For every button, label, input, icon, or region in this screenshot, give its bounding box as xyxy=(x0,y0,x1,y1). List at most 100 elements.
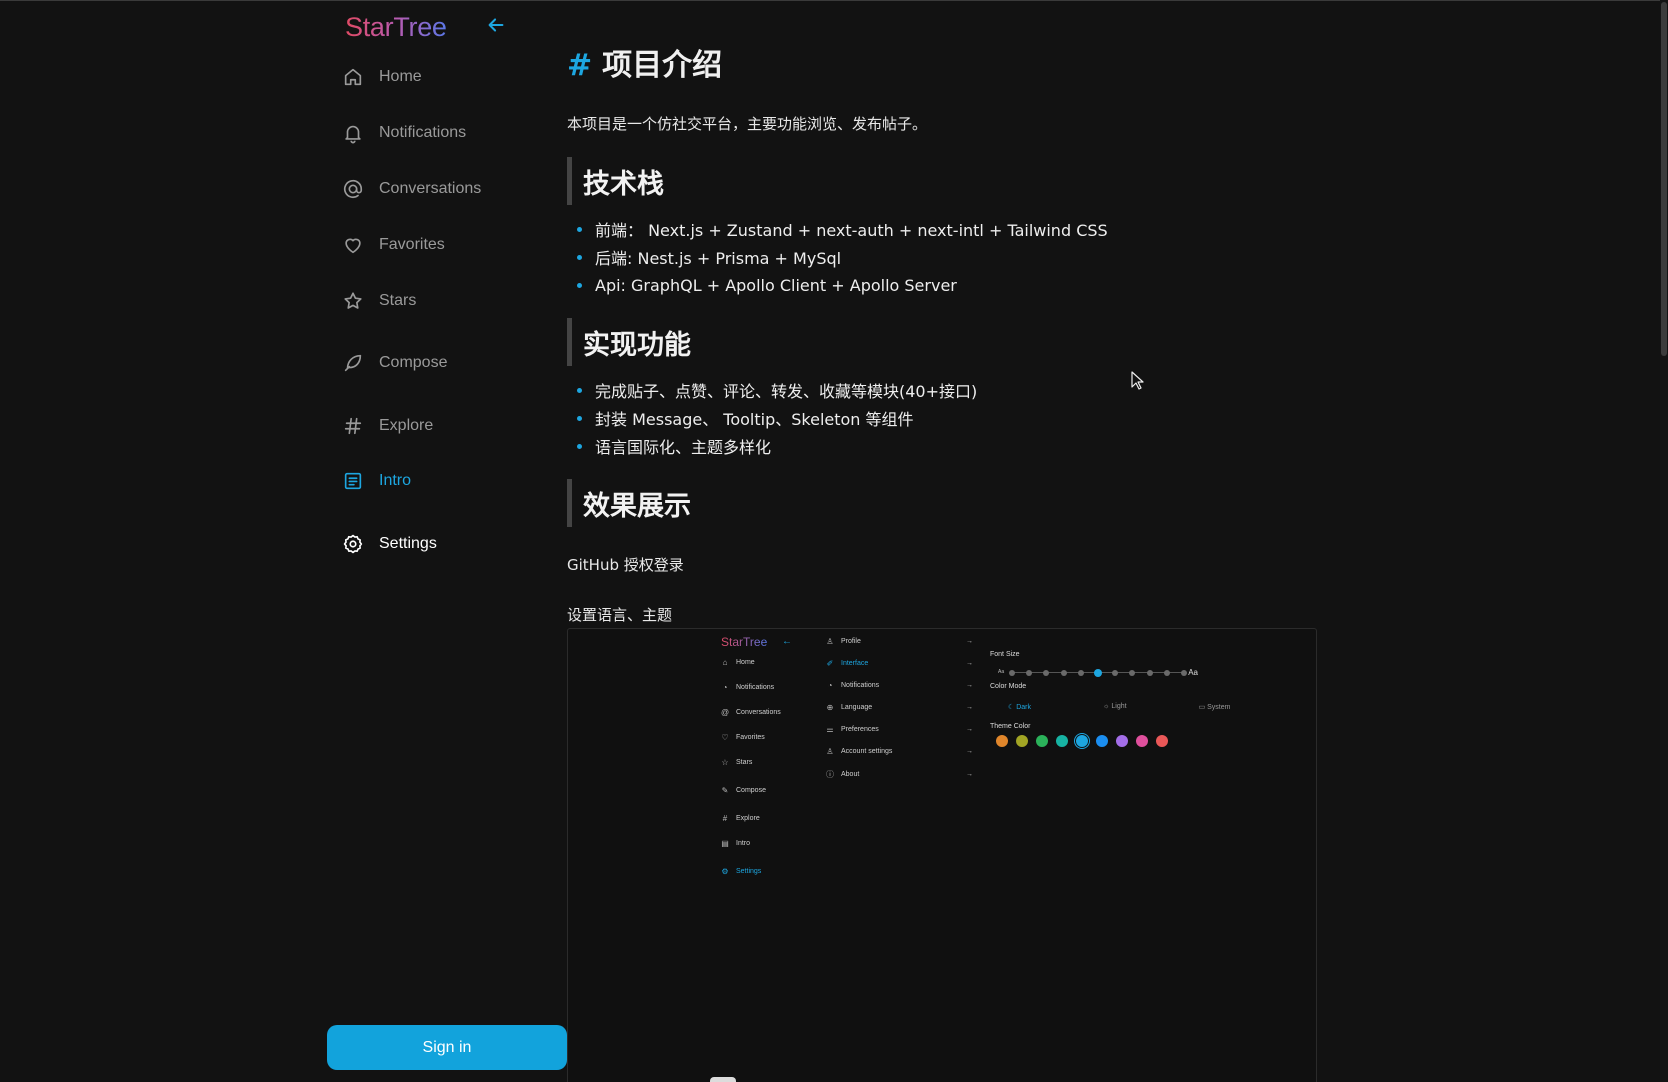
demo-avatar xyxy=(710,1077,736,1082)
demo-color-mode-label: Color Mode xyxy=(990,683,1027,690)
demo-font-size-slider: Aa Aa xyxy=(998,668,1198,678)
settings-demo-screenshot: StarTree ← ⌂ Home ◔ Notifications @ Convers… xyxy=(567,628,1317,1082)
list-item: 语言国际化、主题多样化 xyxy=(577,432,977,460)
demo-slider-step xyxy=(1060,670,1067,676)
sidebar-item-settings[interactable]: Settings xyxy=(341,526,437,562)
document-icon xyxy=(341,469,365,493)
demo-slider-step xyxy=(1077,670,1084,676)
demo-mode-dark: ☾ Dark xyxy=(1008,704,1032,711)
sidebar-item-label: Conversations xyxy=(379,180,482,197)
sidebar-item-compose[interactable]: Compose xyxy=(341,345,447,381)
list-item: 后端: Nest.js + Prisma + MySql xyxy=(577,243,1108,271)
demo-heart-icon: ♡ xyxy=(721,732,729,742)
section-heading-tech-stack: 技术栈 xyxy=(567,157,664,205)
demo-sliders-icon: ⚌ xyxy=(826,725,834,734)
demo-slider-step xyxy=(1009,670,1015,676)
sidebar-item-label: Home xyxy=(379,68,422,85)
demo-home-icon: ⌂ xyxy=(722,657,728,667)
demo-document-icon: ▤ xyxy=(721,838,729,848)
demo-theme-swatch xyxy=(1056,735,1068,747)
demo-slider-step xyxy=(1112,670,1119,676)
list-item: 封装 Message、 Tooltip、Skeleton 等组件 xyxy=(577,404,977,432)
sidebar-item-label: Explore xyxy=(379,417,434,434)
demo-theme-swatch xyxy=(1036,735,1048,747)
demo-theme-swatch xyxy=(1096,735,1108,747)
demo-at-icon: @ xyxy=(720,707,730,717)
demo-slider-step xyxy=(1146,670,1153,676)
demo-info-icon: ⓘ xyxy=(826,770,834,779)
demo-font-small-label: Aa xyxy=(998,669,1005,675)
demo-nav-compose: ✎ Compose xyxy=(721,785,766,795)
demo-user-icon: ♙ xyxy=(826,637,834,646)
sidebar-item-label: Notifications xyxy=(379,124,467,141)
features-list: 完成贴子、点赞、评论、转发、收藏等模块(40+接口) 封装 Message、 T… xyxy=(577,376,977,460)
sidebar-item-explore[interactable]: Explore xyxy=(341,408,433,444)
intro-article: # 项目介绍 本项目是一个仿社交平台，主要功能浏览、发布帖子。 技术栈 前端： N… xyxy=(567,0,1617,1082)
demo-nav-conversations: @ Conversations xyxy=(720,707,781,717)
demo-slider-step xyxy=(1163,670,1170,676)
sidebar-item-label: Favorites xyxy=(379,236,445,253)
demo-menu-interface: ✐ Interface → xyxy=(826,659,973,668)
collapse-sidebar-button[interactable] xyxy=(485,14,507,36)
sidebar-item-favorites[interactable]: Favorites xyxy=(341,227,445,263)
list-item: 完成贴子、点赞、评论、转发、收藏等模块(40+接口) xyxy=(577,376,977,404)
demo-star-icon: ☆ xyxy=(721,757,729,767)
sidebar-item-label: Stars xyxy=(379,292,417,309)
demo-nav-stars: ☆ Stars xyxy=(721,757,753,767)
sidebar-item-notifications[interactable]: Notifications xyxy=(341,115,466,151)
page-title-text: 项目介绍 xyxy=(602,48,723,83)
sidebar-item-intro[interactable]: Intro xyxy=(341,463,411,499)
sidebar-item-home[interactable]: Home xyxy=(341,59,422,95)
demo-nav-home: ⌂ Home xyxy=(720,657,755,667)
demo-logo: StarTree xyxy=(721,635,768,649)
intro-paragraph: 本项目是一个仿社交平台，主要功能浏览、发布帖子。 xyxy=(567,115,928,133)
demo-color-modes: ☾ Dark ☼ Light ▭ System xyxy=(1008,703,1302,711)
demo-caption-github: GitHub 授权登录 xyxy=(567,556,684,574)
sidebar-item-label: Compose xyxy=(379,354,448,371)
sidebar-item-conversations[interactable]: Conversations xyxy=(341,171,481,207)
demo-theme-swatch xyxy=(1016,735,1028,747)
app-logo[interactable]: StarTree xyxy=(345,12,447,43)
demo-hash-icon: # xyxy=(722,813,728,823)
demo-menu-preferences: ⚌ Preferences → xyxy=(826,725,973,734)
demo-theme-swatches xyxy=(996,735,1176,747)
demo-theme-color-label: Theme Color xyxy=(990,723,1031,730)
title-hash: # xyxy=(567,48,593,83)
section-heading-demo: 效果展示 xyxy=(567,479,691,527)
scrollbar-thumb[interactable] xyxy=(1661,2,1667,356)
demo-menu-profile: ♙ Profile → xyxy=(826,637,973,646)
demo-brush-icon: ✐ xyxy=(826,659,834,668)
demo-theme-swatch xyxy=(1156,735,1168,747)
gear-icon xyxy=(341,532,365,556)
page-scrollbar[interactable] xyxy=(1660,0,1668,1082)
demo-slider-step xyxy=(1043,670,1050,676)
demo-theme-swatch xyxy=(1116,735,1128,747)
demo-theme-swatch xyxy=(996,735,1008,747)
arrow-left-icon xyxy=(488,18,504,32)
mouse-cursor-icon xyxy=(1131,371,1144,390)
demo-menu-about: ⓘ About → xyxy=(826,770,973,779)
sidebar-item-label: Intro xyxy=(379,472,412,489)
demo-bell-icon: ◔ xyxy=(827,681,833,690)
demo-menu-language: ⊕ Language → xyxy=(826,703,973,712)
sidebar-item-stars[interactable]: Stars xyxy=(341,283,416,319)
star-icon xyxy=(341,289,365,313)
demo-slider-step xyxy=(1129,670,1136,676)
demo-nav-notifications: ◔ Notifications xyxy=(720,682,775,692)
section-heading-features: 实现功能 xyxy=(567,318,691,366)
heart-icon xyxy=(341,233,365,257)
demo-theme-swatch xyxy=(1136,735,1148,747)
at-icon xyxy=(341,177,365,201)
demo-mode-system: ▭ System xyxy=(1198,704,1231,711)
list-item: 前端： Next.js + Zustand + next-auth + next… xyxy=(577,215,1108,243)
demo-slider-step xyxy=(1094,669,1102,677)
feather-icon xyxy=(341,351,365,375)
demo-arrow-left-icon: ← xyxy=(782,636,792,647)
demo-font-size-label: Font Size xyxy=(990,651,1020,658)
tech-stack-list: 前端： Next.js + Zustand + next-auth + next… xyxy=(577,215,1108,299)
hash-icon xyxy=(341,414,365,438)
demo-slider-step xyxy=(1026,670,1033,676)
demo-feather-icon: ✎ xyxy=(721,785,729,795)
sign-in-button[interactable]: Sign in xyxy=(327,1025,567,1070)
demo-nav-settings: ⚙ Settings xyxy=(721,866,762,876)
